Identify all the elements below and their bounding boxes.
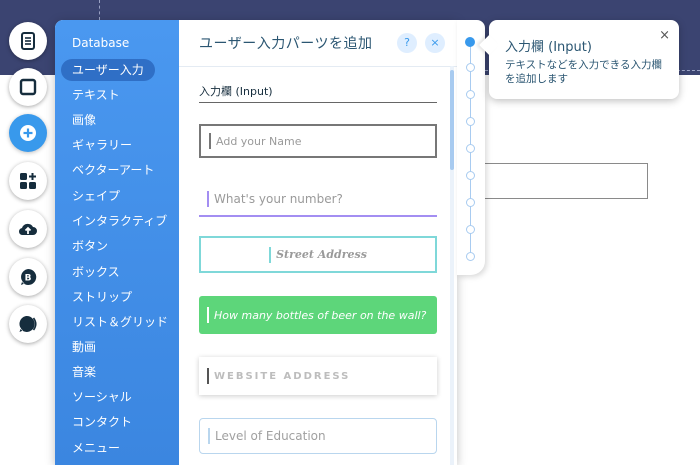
category-image[interactable]: 画像 — [61, 109, 107, 131]
pages-icon — [21, 32, 35, 50]
preset-navigator — [457, 20, 485, 275]
preset-placeholder: What's your number? — [214, 192, 343, 206]
text-cursor-icon — [207, 191, 209, 207]
help-button[interactable]: ? — [397, 33, 417, 53]
navigator-dot[interactable] — [466, 90, 475, 99]
svg-text:B: B — [25, 274, 32, 284]
text-cursor-icon — [207, 368, 209, 384]
panel-scrollbar[interactable] — [450, 66, 454, 465]
canvas-element-box[interactable] — [480, 163, 648, 199]
tooltip-title: 入力欄 (Input) — [505, 40, 592, 55]
category-user-input[interactable]: ユーザー入力 — [61, 59, 155, 81]
add-panel: Database ユーザー入力 テキスト 画像 ギャラリー ベクターアート シェ… — [55, 20, 457, 465]
navigator-dot[interactable] — [466, 198, 475, 207]
category-list-grid[interactable]: リスト＆グリッド — [61, 311, 179, 333]
category-button[interactable]: ボタン — [61, 235, 119, 257]
category-interactive[interactable]: インタラクティブ — [61, 210, 178, 232]
category-database[interactable]: Database — [61, 32, 140, 54]
guide-line-vertical — [99, 0, 100, 20]
section-divider — [199, 102, 437, 103]
category-social[interactable]: ソーシャル — [61, 386, 143, 408]
text-cursor-icon — [207, 307, 209, 323]
category-gallery[interactable]: ギャラリー — [61, 134, 143, 156]
category-contact[interactable]: コンタクト — [61, 411, 143, 433]
navigator-dot[interactable] — [466, 171, 475, 180]
section-tooltip: 入力欄 (Input) テキストなどを入力できる入力欄を追加します × — [489, 20, 679, 99]
section-label-input: 入力欄 (Input) — [199, 85, 273, 98]
add-icon — [20, 125, 36, 141]
background-button[interactable] — [9, 68, 47, 106]
category-text[interactable]: テキスト — [61, 84, 131, 106]
background-icon — [19, 78, 37, 96]
content-pane: ユーザー入力パーツを追加 ? × 入力欄 (Input) Add your Na… — [179, 20, 457, 465]
media-upload-icon — [18, 223, 37, 236]
navigator-dot[interactable] — [466, 144, 475, 153]
input-preset-beer[interactable]: How many bottles of beer on the wall? — [199, 296, 437, 334]
blog-button[interactable]: B — [9, 258, 47, 296]
preset-placeholder: WEBSITE ADDRESS — [214, 370, 351, 382]
text-cursor-icon — [209, 133, 211, 149]
category-list: Database ユーザー入力 テキスト 画像 ギャラリー ベクターアート シェ… — [55, 20, 179, 465]
panel-title: ユーザー入力パーツを追加 — [199, 36, 373, 52]
input-preset-number[interactable]: What's your number? — [199, 183, 437, 217]
input-preset-education[interactable]: Level of Education — [199, 418, 437, 454]
navigator-dot[interactable] — [466, 63, 475, 72]
close-icon: × — [430, 36, 440, 49]
category-vector-art[interactable]: ベクターアート — [61, 159, 165, 181]
preset-placeholder: Level of Education — [215, 429, 326, 443]
tooltip-close-icon[interactable]: × — [659, 28, 670, 43]
preset-placeholder: How many bottles of beer on the wall? — [214, 308, 427, 322]
app-market-icon — [20, 173, 36, 189]
blog-icon: B — [21, 268, 37, 285]
navigator-dot-current[interactable] — [465, 37, 475, 47]
text-cursor-icon — [269, 246, 272, 263]
input-preset-website[interactable]: WEBSITE ADDRESS — [199, 357, 437, 395]
category-shape[interactable]: シェイプ — [61, 185, 131, 207]
input-preset-address[interactable]: Street Address — [199, 236, 437, 273]
wix-music-icon — [19, 315, 37, 332]
category-strip[interactable]: ストリップ — [61, 286, 143, 308]
category-menu[interactable]: メニュー — [61, 437, 131, 459]
navigator-dot[interactable] — [466, 252, 475, 261]
navigator-dot[interactable] — [466, 225, 475, 234]
wix-music-button[interactable] — [9, 305, 47, 343]
app-market-button[interactable] — [9, 162, 47, 200]
add-button[interactable] — [9, 114, 47, 152]
category-video[interactable]: 動画 — [61, 336, 107, 358]
navigator-dot[interactable] — [466, 117, 475, 126]
panel-close-button[interactable]: × — [425, 33, 445, 53]
input-preset-name[interactable]: Add your Name — [199, 124, 437, 158]
category-music[interactable]: 音楽 — [61, 361, 107, 383]
panel-header: ユーザー入力パーツを追加 ? × — [179, 20, 457, 67]
preset-placeholder: Add your Name — [216, 134, 302, 148]
scrollbar-thumb[interactable] — [450, 70, 454, 170]
media-upload-button[interactable] — [9, 210, 47, 248]
category-box[interactable]: ボックス — [61, 261, 131, 283]
preset-placeholder: Street Address — [276, 248, 367, 261]
help-icon: ? — [404, 36, 410, 49]
text-cursor-icon — [208, 428, 210, 444]
pages-button[interactable] — [9, 22, 47, 60]
tooltip-description: テキストなどを入力できる入力欄を追加します — [505, 59, 662, 85]
